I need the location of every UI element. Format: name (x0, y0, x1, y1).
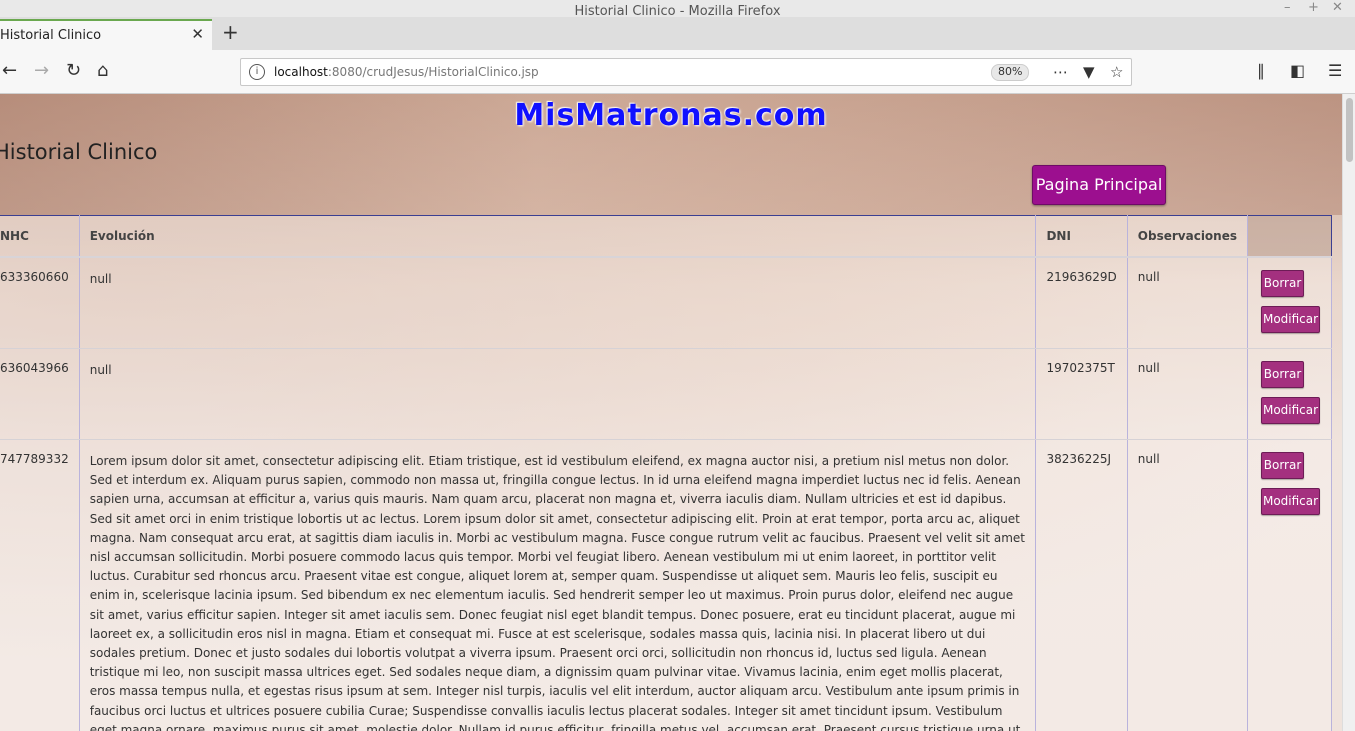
cell-observaciones: null (1126, 257, 1248, 349)
zoom-indicator[interactable]: 80% (991, 64, 1030, 81)
tab-strip: Historial Clinico ✕ + (0, 17, 1355, 50)
url-text[interactable]: localhost:8080/crudJesus/HistorialClinic… (274, 65, 539, 79)
home-page-button[interactable]: Pagina Principal (1032, 165, 1166, 205)
forward-icon[interactable]: → (34, 60, 49, 81)
delete-button[interactable]: Borrar (1261, 452, 1305, 479)
delete-button[interactable]: Borrar (1261, 270, 1305, 297)
delete-button[interactable]: Borrar (1261, 361, 1305, 388)
cell-nhc: 633360660 (0, 257, 80, 349)
pocket-icon[interactable]: ▼ (1083, 63, 1095, 81)
page-viewport: MisMatronas.com Historial Clinico Pagina… (0, 94, 1342, 731)
cell-evolucion: null (78, 348, 1036, 440)
library-icon[interactable]: ∥ (1257, 61, 1265, 80)
cell-dni: 21963629D (1035, 257, 1128, 349)
cell-observaciones: null (1126, 439, 1248, 731)
header-evolucion: Evolución (78, 215, 1036, 258)
cell-dni: 19702375T (1035, 348, 1128, 440)
page-actions-icon[interactable]: ⋯ (1053, 63, 1068, 81)
close-window-icon[interactable]: ✕ (1332, 0, 1343, 15)
page-scrollbar[interactable] (1342, 94, 1355, 731)
page-title: Historial Clinico (0, 140, 158, 164)
url-bar[interactable]: i localhost:8080/crudJesus/HistorialClin… (240, 58, 1132, 86)
page-header: MisMatronas.com Historial Clinico Pagina… (0, 94, 1342, 215)
header-dni: DNI (1035, 215, 1128, 258)
cell-actions: Borrar Modificar (1247, 257, 1332, 349)
new-tab-icon[interactable]: + (222, 20, 239, 44)
bookmark-star-icon[interactable]: ☆ (1110, 63, 1123, 81)
url-host: localhost (274, 65, 328, 79)
table-row: 636043966 null 19702375T null Borrar Mod… (0, 348, 1332, 440)
menu-icon[interactable]: ☰ (1328, 61, 1342, 80)
home-icon[interactable]: ⌂ (97, 60, 108, 81)
historial-table: NHC Evolución DNI Observaciones 63336066… (0, 215, 1332, 731)
tab-label: Historial Clinico (0, 28, 102, 43)
modify-button[interactable]: Modificar (1261, 397, 1321, 424)
header-actions (1247, 215, 1332, 258)
reload-icon[interactable]: ↻ (66, 60, 81, 81)
table-header-row: NHC Evolución DNI Observaciones (0, 215, 1332, 258)
navigation-toolbar: ← → ↻ ⌂ i localhost:8080/crudJesus/Histo… (0, 50, 1355, 94)
cell-observaciones: null (1126, 348, 1248, 440)
table-row: 747789332 Lorem ipsum dolor sit amet, co… (0, 439, 1332, 731)
modify-button[interactable]: Modificar (1261, 306, 1321, 333)
tab-historial[interactable]: Historial Clinico ✕ (0, 19, 212, 50)
scrollbar-thumb[interactable] (1346, 98, 1353, 162)
cell-nhc: 636043966 (0, 348, 80, 440)
cell-actions: Borrar Modificar (1247, 348, 1332, 440)
cell-evolucion: Lorem ipsum dolor sit amet, consectetur … (78, 439, 1036, 731)
header-observaciones: Observaciones (1126, 215, 1248, 258)
maximize-icon[interactable]: + (1308, 0, 1319, 15)
cell-evolucion: null (78, 257, 1036, 349)
close-icon[interactable]: ✕ (191, 25, 204, 43)
table-row: 633360660 null 21963629D null Borrar Mod… (0, 257, 1332, 349)
cell-nhc: 747789332 (0, 439, 80, 731)
cell-actions: Borrar Modificar (1247, 439, 1332, 731)
header-nhc: NHC (0, 215, 80, 258)
info-icon[interactable]: i (249, 64, 265, 80)
url-path: :8080/crudJesus/HistorialClinico.jsp (327, 65, 539, 79)
cell-dni: 38236225J (1035, 439, 1128, 731)
site-brand: MisMatronas.com (514, 98, 828, 133)
sidebar-icon[interactable]: ◧ (1290, 61, 1305, 80)
window-titlebar: Historial Clinico - Mozilla Firefox – + … (0, 0, 1355, 19)
modify-button[interactable]: Modificar (1261, 488, 1321, 515)
back-icon[interactable]: ← (2, 60, 17, 81)
minimize-icon[interactable]: – (1284, 0, 1291, 15)
